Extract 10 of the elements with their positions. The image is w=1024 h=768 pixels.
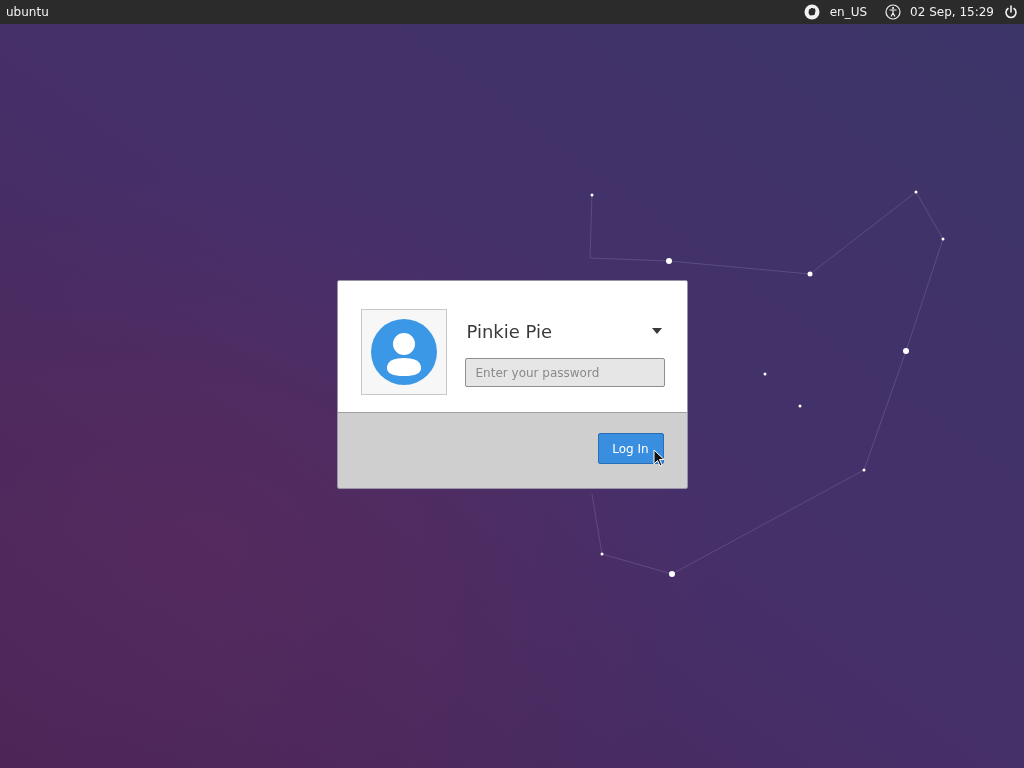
- dropdown-arrow-icon[interactable]: [651, 328, 662, 334]
- clock[interactable]: 02 Sep, 15:29: [910, 3, 994, 21]
- power-icon[interactable]: [1004, 5, 1018, 19]
- accessibility-icon[interactable]: [885, 4, 902, 20]
- user-name: Pinkie Pie: [466, 319, 553, 344]
- password-field[interactable]: Enter your password: [464, 358, 665, 387]
- keyboard-layout[interactable]: en_US: [829, 3, 868, 21]
- host-name: ubuntu: [6, 4, 49, 21]
- user-avatar-icon: [370, 319, 437, 385]
- mouse-pointer-icon: [652, 449, 665, 467]
